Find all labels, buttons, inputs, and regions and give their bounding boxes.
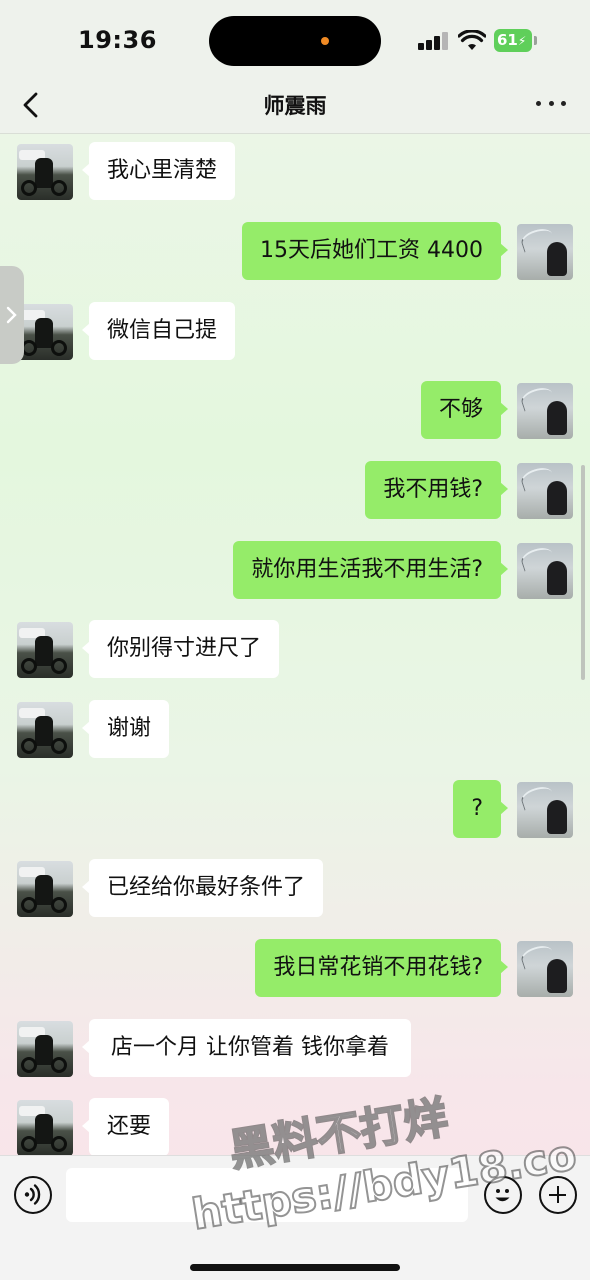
battery-level: 61 — [497, 31, 518, 49]
scrollbar[interactable] — [581, 465, 585, 680]
smiley-icon — [495, 1189, 510, 1202]
wifi-icon — [458, 30, 486, 50]
self-avatar[interactable] — [517, 383, 573, 439]
self-avatar[interactable] — [517, 543, 573, 599]
message-bubble[interactable]: 我心里清楚 — [81, 142, 236, 200]
message-bubble[interactable]: 15天后她们工资 4400 — [242, 222, 508, 280]
message-bubble[interactable]: 谢谢 — [81, 700, 170, 758]
message-bubble[interactable]: 微信自己提 — [81, 302, 236, 360]
message-bubble[interactable]: ? — [453, 780, 508, 838]
contact-avatar[interactable] — [17, 622, 73, 678]
more-functions-button[interactable] — [539, 1176, 577, 1214]
message-row: 谢谢 — [0, 700, 590, 760]
cellular-signal-icon — [418, 32, 450, 50]
side-panel-handle[interactable] — [0, 266, 24, 364]
status-time: 19:36 — [78, 26, 157, 54]
message-input[interactable] — [66, 1168, 468, 1222]
message-row: 你别得寸进尺了 — [0, 620, 590, 680]
recording-dot-icon — [321, 37, 329, 45]
message-row: 还要 — [0, 1098, 590, 1155]
message-row: 15天后她们工资 4400 — [0, 222, 590, 282]
more-options-button[interactable] — [536, 96, 566, 110]
contact-avatar[interactable] — [17, 702, 73, 758]
chat-title: 师震雨 — [263, 94, 327, 118]
message-row: 店一个月 让你管着 钱你拿着 — [0, 1019, 590, 1079]
contact-avatar[interactable] — [17, 304, 73, 360]
contact-avatar[interactable] — [17, 1021, 73, 1077]
chevron-right-icon — [6, 306, 17, 324]
home-indicator[interactable] — [190, 1264, 400, 1271]
message-row: 我不用钱? — [0, 461, 590, 521]
message-row: 已经给你最好条件了 — [0, 859, 590, 919]
message-row: 我日常花销不用花钱? — [0, 939, 590, 999]
message-row: 不够 — [0, 381, 590, 441]
message-row: 就你用生活我不用生活? — [0, 541, 590, 601]
self-avatar[interactable] — [517, 782, 573, 838]
message-row: ? — [0, 780, 590, 840]
message-bubble[interactable]: 店一个月 让你管着 钱你拿着 — [82, 1019, 411, 1077]
message-bubble[interactable]: 就你用生活我不用生活? — [233, 541, 508, 599]
message-list[interactable]: 我心里清楚 15天后她们工资 4400 微信自己提 不够 我不用钱? 就你用生活… — [0, 135, 590, 1155]
message-bubble[interactable]: 已经给你最好条件了 — [81, 859, 324, 917]
self-avatar[interactable] — [517, 224, 573, 280]
self-avatar[interactable] — [517, 941, 573, 997]
message-bubble[interactable]: 你别得寸进尺了 — [81, 620, 280, 678]
self-avatar[interactable] — [517, 463, 573, 519]
status-bar: 19:36 61⚡ — [0, 0, 590, 80]
contact-avatar[interactable] — [17, 144, 73, 200]
input-bar — [0, 1155, 590, 1280]
message-bubble[interactable]: 不够 — [420, 381, 509, 439]
message-row: 微信自己提 — [0, 302, 590, 362]
voice-input-button[interactable] — [14, 1176, 52, 1214]
message-bubble[interactable]: 我不用钱? — [365, 461, 508, 519]
message-bubble[interactable]: 还要 — [81, 1098, 170, 1155]
contact-avatar[interactable] — [17, 861, 73, 917]
contact-avatar[interactable] — [17, 1100, 73, 1155]
chat-header: 师震雨 — [0, 80, 590, 134]
message-row: 我心里清楚 — [0, 142, 590, 202]
battery-icon: 61⚡ — [494, 29, 538, 52]
voice-icon — [24, 1184, 41, 1205]
emoji-button[interactable] — [484, 1176, 522, 1214]
dynamic-island — [209, 16, 381, 66]
message-bubble[interactable]: 我日常花销不用花钱? — [255, 939, 508, 997]
